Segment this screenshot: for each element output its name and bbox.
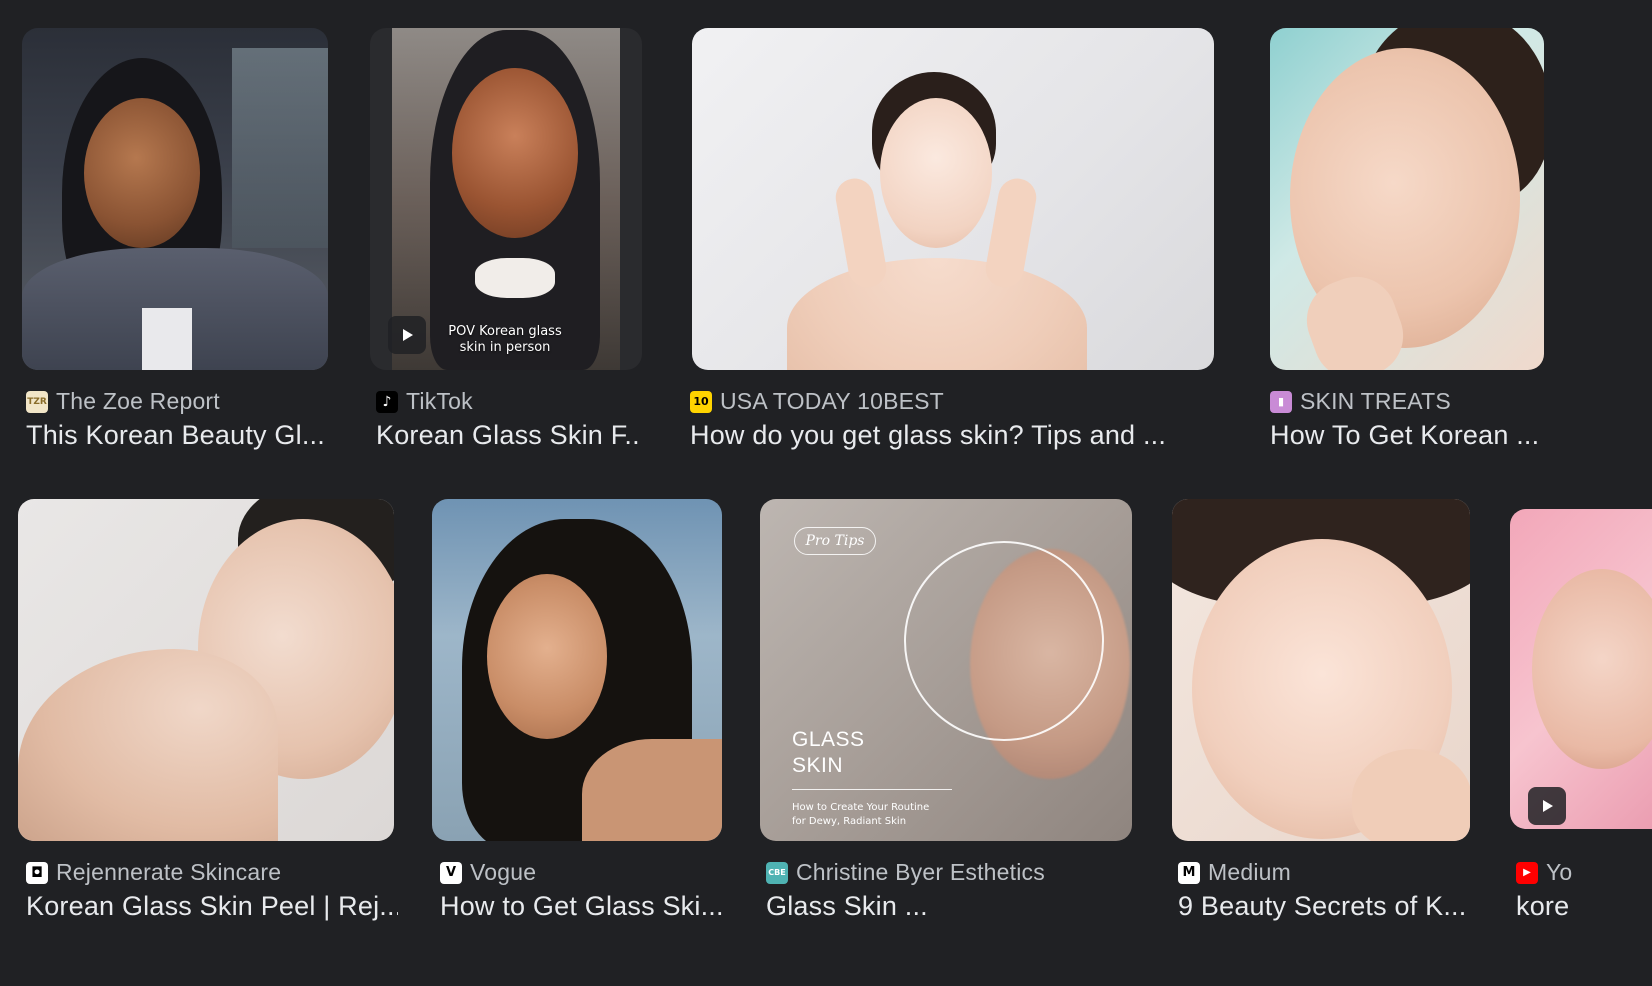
image-results-grid: TZR The Zoe Report This Korean Beauty Gl…	[0, 0, 1652, 986]
glass-skin-heading: GLASS SKIN	[792, 728, 865, 777]
image-result-card[interactable]: 10 USA TODAY 10BEST How do you get glass…	[684, 28, 1224, 458]
result-title[interactable]: How do you get glass skin? Tips and ...	[690, 420, 1210, 451]
vogue-icon: V	[440, 861, 462, 884]
video-caption-overlay: POV Korean glass skin in person	[448, 324, 562, 355]
play-icon	[388, 316, 426, 354]
source-name[interactable]: SKIN TREATS	[1300, 388, 1451, 415]
image-result-card[interactable]: ▮ SKIN TREATS How To Get Korean ...	[1264, 28, 1652, 458]
result-title[interactable]: Korean Glass Skin Peel | Rej...	[26, 891, 398, 922]
result-thumbnail[interactable]	[1510, 509, 1652, 829]
source-name[interactable]: Rejennerate Skincare	[56, 859, 281, 886]
play-icon	[1528, 787, 1566, 825]
result-thumbnail[interactable]	[432, 499, 722, 841]
result-title[interactable]: This Korean Beauty Gl...	[26, 420, 326, 451]
result-thumbnail[interactable]	[18, 499, 394, 841]
result-thumbnail[interactable]	[22, 28, 328, 370]
image-result-card[interactable]: ◘ Rejennerate Skincare Korean Glass Skin…	[18, 499, 398, 929]
result-title[interactable]: 9 Beauty Secrets of K...	[1178, 891, 1470, 922]
source-name[interactable]: Yo	[1546, 859, 1572, 886]
source-name[interactable]: Vogue	[470, 859, 536, 886]
image-result-card[interactable]: M Medium 9 Beauty Secrets of K...	[1172, 499, 1472, 929]
source-name[interactable]: USA TODAY 10BEST	[720, 388, 944, 415]
image-result-card[interactable]: ▶ Yo kore	[1510, 499, 1652, 929]
overlay-subtitle: How to Create Your Routine for Dewy, Rad…	[792, 802, 930, 827]
source-favicon-icon: TZR	[26, 390, 48, 413]
source-name[interactable]: Christine Byer Esthetics	[796, 859, 1045, 886]
image-result-card[interactable]: V Vogue How to Get Glass Ski...	[432, 499, 724, 929]
result-title[interactable]: Glass Skin ...	[766, 891, 1132, 922]
result-thumbnail[interactable]	[1270, 28, 1544, 370]
source-name[interactable]: The Zoe Report	[56, 388, 220, 415]
skin-treats-icon: ▮	[1270, 390, 1292, 413]
result-title[interactable]: How To Get Korean ...	[1270, 420, 1630, 451]
image-result-card[interactable]: POV Korean glass skin in person ♪ TikTok…	[370, 28, 642, 458]
medium-icon: M	[1178, 861, 1200, 884]
result-thumbnail[interactable]: POV Korean glass skin in person	[370, 28, 642, 370]
rejennerate-icon: ◘	[26, 861, 48, 884]
usatoday-10best-icon: 10	[690, 390, 712, 413]
result-title[interactable]: How to Get Glass Ski...	[440, 891, 722, 922]
source-name[interactable]: Medium	[1208, 859, 1291, 886]
result-title[interactable]: Korean Glass Skin F...	[376, 420, 642, 451]
image-result-card[interactable]: TZR The Zoe Report This Korean Beauty Gl…	[22, 28, 328, 458]
pro-tips-pill: Pro Tips	[794, 527, 876, 555]
result-thumbnail[interactable]: Pro Tips GLASS SKIN How to Create Your R…	[760, 499, 1132, 841]
tiktok-icon: ♪	[376, 390, 398, 413]
result-title[interactable]: kore	[1516, 891, 1652, 922]
source-name[interactable]: TikTok	[406, 388, 473, 415]
christine-byer-icon: CBE	[766, 861, 788, 884]
result-thumbnail[interactable]	[692, 28, 1214, 370]
youtube-icon: ▶	[1516, 861, 1538, 884]
result-thumbnail[interactable]	[1172, 499, 1470, 841]
image-result-card[interactable]: Pro Tips GLASS SKIN How to Create Your R…	[760, 499, 1134, 929]
